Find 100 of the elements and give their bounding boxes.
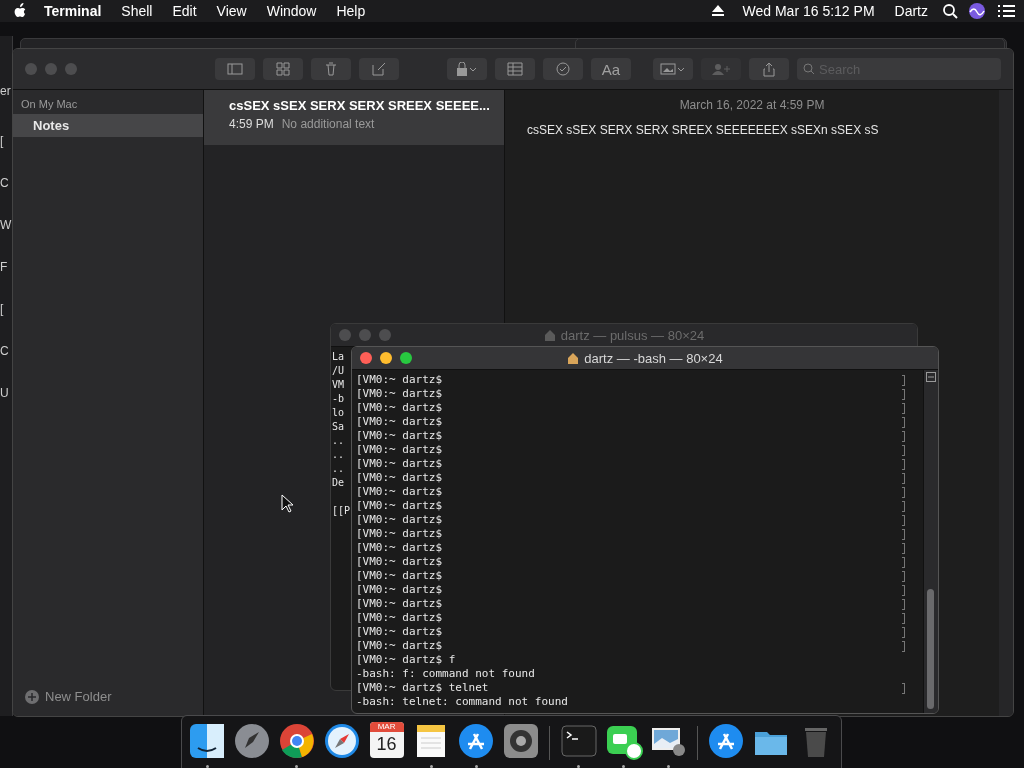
delete-button[interactable] [311, 58, 351, 80]
terminal-line: .. [332, 434, 345, 448]
folder-item[interactable]: Notes [13, 114, 203, 137]
chrome-icon[interactable] [278, 722, 316, 760]
sidebar-icon [227, 63, 243, 75]
terminal-line: [VM0:~ dartz$ telnet [356, 681, 489, 695]
new-folder-button[interactable]: New Folder [13, 689, 203, 716]
minimize-button[interactable] [380, 352, 392, 364]
user-menu[interactable]: Dartz [884, 3, 938, 19]
rocket-icon[interactable] [233, 722, 272, 760]
note-date: March 16, 2022 at 4:59 PM [678, 98, 826, 112]
compose-button[interactable] [359, 58, 399, 80]
terminal-line: [VM0:~ dartz$ [356, 401, 443, 415]
terminal-line: -bash: telnet: command not found [356, 695, 568, 709]
menu-clock[interactable]: Wed Mar 16 5:12 PM [732, 3, 885, 19]
home-icon [543, 329, 556, 341]
compose-icon [372, 62, 386, 76]
search-icon [803, 63, 815, 75]
terminal-line: .. [332, 448, 345, 462]
terminal-line: [VM0:~ dartz$ [356, 443, 443, 457]
compass-icon[interactable] [322, 722, 361, 760]
terminal-line: [VM0:~ dartz$ [356, 373, 443, 387]
trash-icon [325, 62, 337, 76]
sidebar-toggle-button[interactable] [215, 58, 255, 80]
gallery-button[interactable] [263, 58, 303, 80]
terminal-line: La [332, 350, 345, 364]
terminal-line: [[P [332, 504, 351, 518]
terminal-line: /U [332, 364, 345, 378]
terminal-line: [VM0:~ dartz$ [356, 555, 443, 569]
app-store-icon[interactable] [707, 722, 746, 760]
table-button[interactable] [495, 58, 535, 80]
lock-icon [456, 62, 478, 76]
calendar-month: MAR [369, 722, 404, 732]
checklist-button[interactable] [543, 58, 583, 80]
gear-icon[interactable] [501, 722, 540, 760]
terminal-line: De [332, 476, 345, 490]
note-preview: No additional text [281, 117, 375, 131]
share-icon [763, 61, 775, 77]
terminal-line: [VM0:~ dartz$ [356, 569, 443, 583]
close-button[interactable] [360, 352, 372, 364]
lock-button[interactable] [447, 58, 487, 80]
terminal-line: [VM0:~ dartz$ [356, 583, 443, 597]
menu-item[interactable]: View [206, 3, 257, 19]
terminal-line: .. [332, 462, 345, 476]
terminal-line: [VM0:~ dartz$ [356, 639, 443, 653]
finder-icon[interactable] [188, 722, 227, 760]
terminal-line: [VM0:~ dartz$ [356, 527, 443, 541]
calendar-day: 16 [376, 732, 397, 756]
window-text: W [0, 218, 12, 232]
menu-item[interactable]: Help [326, 3, 376, 19]
share-button[interactable] [749, 58, 789, 80]
section-header: On My Mac [20, 98, 79, 112]
window-text: er [0, 84, 11, 98]
scroll-bar[interactable] [999, 90, 1013, 716]
mouse-cursor-icon [281, 494, 295, 514]
plus-icon [25, 689, 39, 704]
note-time: 4:59 PM [229, 117, 274, 131]
window-title: dartz — -bash — 80×24 [584, 350, 723, 366]
note-body: csSEX sSEX SERX SERX SREEX SEEEEEEEX sSEXn sSEX sS [527, 123, 880, 137]
window-title: dartz — pulsus — 80×24 [560, 327, 705, 343]
window-text: C [0, 344, 9, 358]
terminal-line: [VM0:~ dartz$ [356, 415, 443, 429]
terminal-line: [VM0:~ dartz$ [356, 541, 443, 555]
checkmark-icon [556, 62, 570, 76]
note-item[interactable]: csSEX sSEX SERX SERX SREEX SEEEE... 4:59 PM No additional text [204, 90, 504, 145]
app-menu[interactable]: Terminal [34, 3, 112, 19]
menu-item[interactable]: Shell [111, 3, 163, 19]
terminal-line: [VM0:~ dartz$ [356, 611, 443, 625]
window-text: [ [0, 134, 4, 148]
window-text: U [0, 386, 9, 400]
terminal-line: lo [332, 406, 345, 420]
grid-icon [276, 62, 290, 76]
terminal-line: Sa [332, 420, 345, 434]
terminal-line: [VM0:~ dartz$ [356, 429, 443, 443]
split-icon[interactable] [926, 372, 936, 382]
terminal-line: [VM0:~ dartz$ [356, 513, 443, 527]
terminal-icon[interactable] [559, 722, 598, 760]
home-icon [567, 352, 580, 364]
table-icon [507, 62, 523, 76]
menu-item[interactable]: Window [256, 3, 327, 19]
terminal-line: [VM0:~ dartz$ [356, 597, 443, 611]
app-store-icon[interactable] [457, 722, 496, 760]
calendar-icon[interactable]: MAR 16 [369, 722, 404, 758]
window-text: [ [0, 302, 4, 316]
zoom-button[interactable] [400, 352, 412, 364]
window-text: C [0, 176, 9, 190]
terminal-line: VM [332, 378, 345, 392]
terminal-line: [VM0:~ dartz$ [356, 457, 443, 471]
scroll-thumb[interactable] [927, 588, 934, 709]
terminal-line: [VM0:~ dartz$ [356, 485, 443, 499]
format-button[interactable]: Aa [591, 58, 631, 80]
photo-icon [660, 62, 686, 76]
terminal-line: [VM0:~ dartz$ [356, 499, 443, 513]
terminal-line: [VM0:~ dartz$ [356, 471, 443, 485]
terminal-line: [VM0:~ dartz$ [356, 625, 443, 639]
person-add-icon [711, 62, 731, 76]
media-button[interactable] [653, 58, 693, 80]
note-title: csSEX sSEX SERX SERX SREEX SEEEE... [229, 98, 488, 113]
scroll-track[interactable] [923, 370, 938, 713]
menu-item[interactable]: Edit [162, 3, 207, 19]
